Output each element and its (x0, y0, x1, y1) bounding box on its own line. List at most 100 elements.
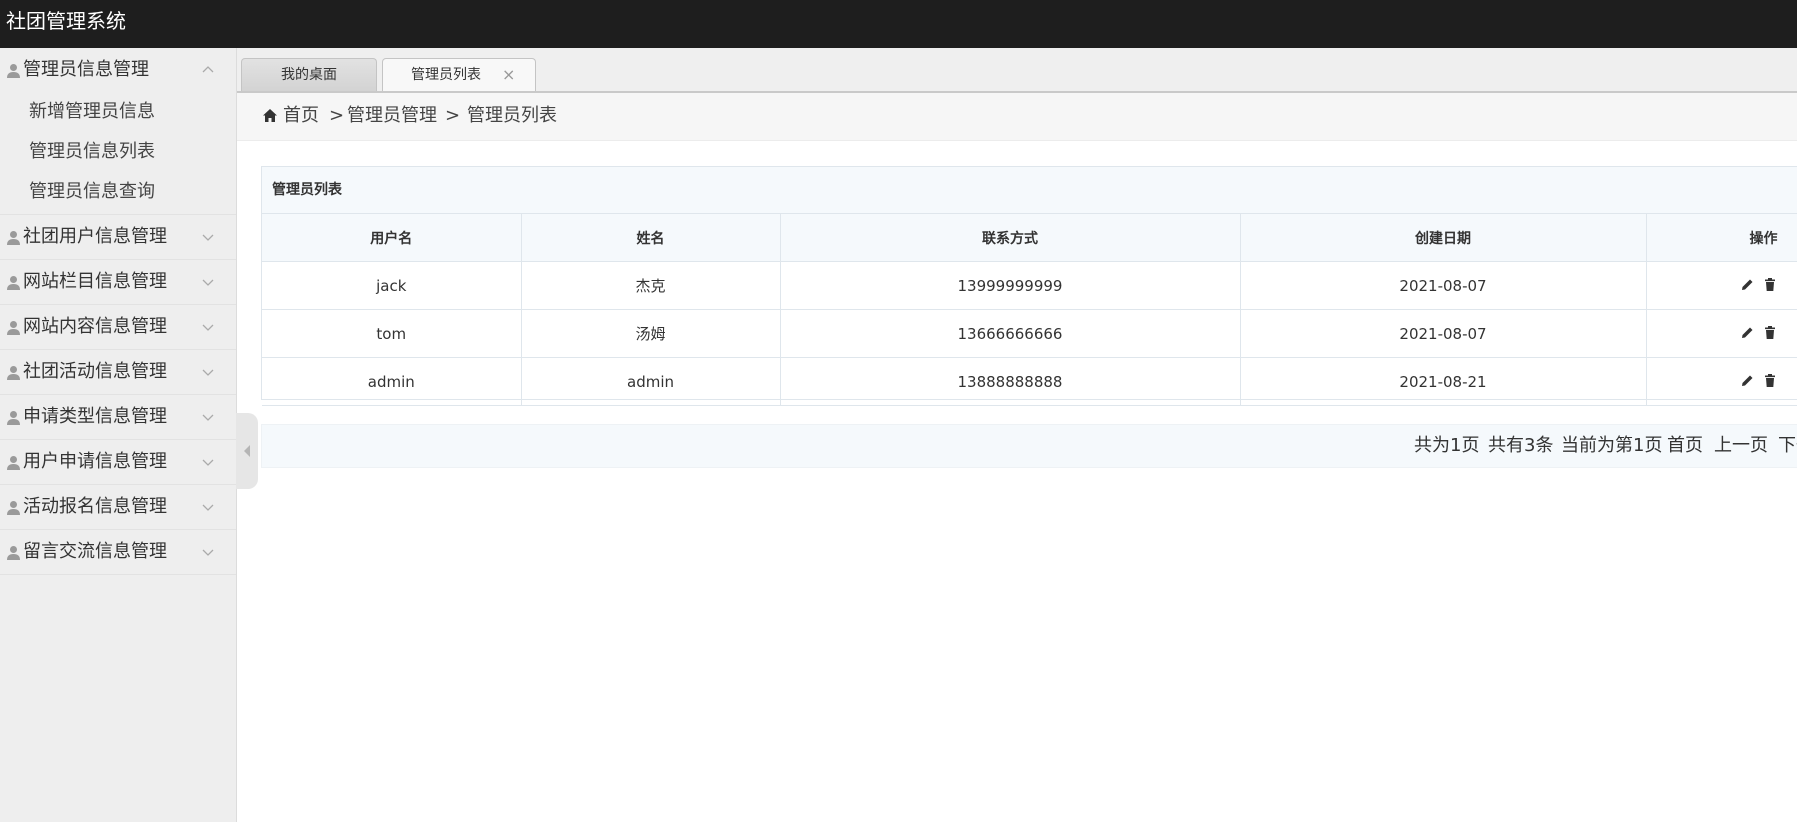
menu-group-message: 留言交流信息管理 (0, 530, 236, 575)
sub-item-admin-query[interactable]: 管理员信息查询 (0, 172, 236, 212)
menu-head-label: 网站栏目信息管理 (23, 271, 167, 292)
menu-head-admin[interactable]: 管理员信息管理 (0, 48, 236, 92)
user-icon (7, 366, 20, 380)
user-icon (7, 501, 20, 515)
table-header-row: 用户名 姓名 联系方式 创建日期 操作 (262, 214, 1797, 262)
tab-label: 管理员列表 (411, 67, 481, 83)
user-icon (7, 456, 20, 470)
pager-total-pages: 共为1页 (1414, 435, 1480, 456)
chevron-down-icon (202, 234, 214, 241)
cell-date: 2021-08-21 (1240, 357, 1647, 406)
cell-actions (1646, 357, 1797, 406)
menu-head-label: 用户申请信息管理 (23, 451, 167, 472)
user-icon (7, 321, 20, 335)
col-username: 用户名 (262, 214, 522, 262)
menu-head-site-column[interactable]: 网站栏目信息管理 (0, 260, 236, 304)
cell-name: admin (521, 357, 781, 406)
cell-name: 汤姆 (521, 309, 781, 358)
menu-head-label: 申请类型信息管理 (23, 406, 167, 427)
sub-item-add-admin[interactable]: 新增管理员信息 (0, 92, 236, 132)
pagination-bar: 共为1页 共有3条 当前为第1页 首页 上一页 下一 (261, 424, 1797, 468)
user-icon (7, 231, 20, 245)
table-row: admin admin 13888888888 2021-08-21 (262, 357, 1797, 406)
menu-head-user-apply[interactable]: 用户申请信息管理 (0, 440, 236, 484)
col-name: 姓名 (521, 214, 781, 262)
menu-head-message[interactable]: 留言交流信息管理 (0, 530, 236, 574)
cell-actions (1646, 309, 1797, 358)
menu-head-activity[interactable]: 社团活动信息管理 (0, 350, 236, 394)
panel-title: 管理员列表 (262, 167, 1797, 214)
menu-head-label: 社团活动信息管理 (23, 361, 167, 382)
sub-item-admin-list[interactable]: 管理员信息列表 (0, 132, 236, 172)
menu-group-admin: 管理员信息管理 新增管理员信息 管理员信息列表 管理员信息查询 (0, 48, 236, 215)
edit-icon[interactable] (1741, 277, 1754, 295)
pager-total-records: 共有3条 (1488, 435, 1554, 456)
cell-actions (1646, 261, 1797, 310)
table-row: jack 杰克 13999999999 2021-08-07 (262, 261, 1797, 310)
table-row: tom 汤姆 13666666666 2021-08-07 (262, 309, 1797, 358)
chevron-down-icon (202, 549, 214, 556)
caret-left-icon (244, 445, 250, 457)
user-icon (7, 546, 20, 560)
chevron-up-icon (202, 66, 214, 73)
breadcrumb-separator: > (329, 105, 345, 126)
chevron-down-icon (202, 414, 214, 421)
sidebar: 管理员信息管理 新增管理员信息 管理员信息列表 管理员信息查询 社团用户信息管理… (0, 48, 237, 822)
pager-first-link[interactable]: 首页 (1667, 435, 1703, 457)
cell-username: admin (262, 357, 522, 406)
delete-icon[interactable] (1764, 373, 1776, 391)
menu-head-site-content[interactable]: 网站内容信息管理 (0, 305, 236, 349)
cell-phone: 13666666666 (780, 309, 1241, 358)
menu-head-label: 留言交流信息管理 (23, 541, 167, 562)
chevron-down-icon (202, 369, 214, 376)
tab-label: 我的桌面 (281, 67, 337, 83)
home-icon (263, 109, 277, 122)
edit-icon[interactable] (1741, 325, 1754, 343)
admin-table: 用户名 姓名 联系方式 创建日期 操作 jack 杰克 13999999999 … (262, 214, 1797, 406)
cell-username: jack (262, 261, 522, 310)
pager-next-link[interactable]: 下一 (1778, 435, 1797, 457)
delete-icon[interactable] (1764, 325, 1776, 343)
pager-current-page: 当前为第1页 (1561, 435, 1663, 456)
menu-group-site-content: 网站内容信息管理 (0, 305, 236, 350)
col-date: 创建日期 (1240, 214, 1647, 262)
menu-head-label: 活动报名信息管理 (23, 496, 167, 517)
chevron-down-icon (202, 504, 214, 511)
user-icon (7, 64, 20, 78)
cell-username: tom (262, 309, 522, 358)
top-bar: 社团管理系统 (0, 0, 1797, 48)
cell-date: 2021-08-07 (1240, 309, 1647, 358)
tab-my-desktop[interactable]: 我的桌面 (241, 58, 377, 91)
breadcrumb-admin-manage[interactable]: 管理员管理 (347, 105, 437, 127)
menu-head-label: 网站内容信息管理 (23, 316, 167, 337)
menu-head-club-user[interactable]: 社团用户信息管理 (0, 215, 236, 259)
chevron-down-icon (202, 324, 214, 331)
breadcrumb-admin-list: 管理员列表 (467, 105, 557, 126)
menu-group-apply-type: 申请类型信息管理 (0, 395, 236, 440)
edit-icon[interactable] (1741, 373, 1754, 391)
pager-prev-link[interactable]: 上一页 (1714, 435, 1768, 457)
admin-list-panel: 管理员列表 用户名 姓名 联系方式 创建日期 操作 jack 杰克 139999… (261, 166, 1797, 406)
menu-group-site-column: 网站栏目信息管理 (0, 260, 236, 305)
menu-group-activity: 社团活动信息管理 (0, 350, 236, 395)
delete-icon[interactable] (1764, 277, 1776, 295)
menu-head-signup[interactable]: 活动报名信息管理 (0, 485, 236, 529)
breadcrumb: 首页 > 管理员管理 > 管理员列表 (237, 93, 1797, 141)
cell-date: 2021-08-07 (1240, 261, 1647, 310)
menu-group-signup: 活动报名信息管理 (0, 485, 236, 530)
menu-group-club-user: 社团用户信息管理 (0, 215, 236, 260)
tab-admin-list[interactable]: 管理员列表 × (382, 58, 536, 91)
cell-phone: 13888888888 (780, 357, 1241, 406)
app-title: 社团管理系统 (6, 9, 126, 33)
menu-head-label: 管理员信息管理 (23, 59, 149, 80)
menu-group-user-apply: 用户申请信息管理 (0, 440, 236, 485)
menu-head-label: 社团用户信息管理 (23, 226, 167, 247)
user-icon (7, 411, 20, 425)
close-icon[interactable]: × (502, 59, 515, 91)
sidebar-collapse-handle[interactable] (236, 413, 258, 489)
user-icon (7, 276, 20, 290)
tab-bar: 我的桌面 管理员列表 × (237, 48, 1797, 93)
chevron-down-icon (202, 279, 214, 286)
menu-head-apply-type[interactable]: 申请类型信息管理 (0, 395, 236, 439)
breadcrumb-home[interactable]: 首页 (283, 105, 319, 127)
